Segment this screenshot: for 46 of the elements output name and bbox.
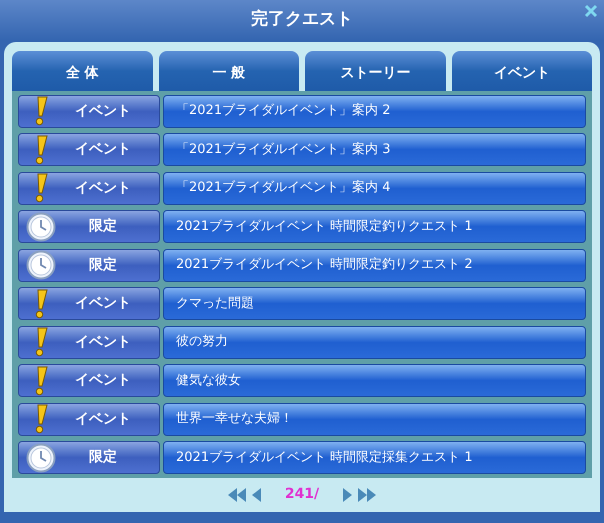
exclamation-icon — [34, 134, 48, 165]
close-icon — [584, 4, 598, 18]
quest-title-button[interactable]: 2021ブライダルイベント 時間限定採集クエスト 1 — [163, 441, 586, 474]
category-label: イベント — [74, 371, 132, 390]
exclamation-icon — [34, 96, 48, 126]
double-left-arrow-icon — [228, 488, 246, 502]
category-label: イベント — [74, 140, 132, 160]
exclamation-icon — [34, 327, 48, 358]
previous-page-button[interactable] — [252, 488, 261, 502]
category-label: イベント — [74, 332, 132, 352]
window-title: 完了クエスト — [251, 8, 353, 32]
left-arrow-icon — [252, 488, 261, 502]
quest-title-button[interactable]: 「2021ブライダルイベント」案内 2 — [163, 94, 586, 128]
double-right-arrow-icon — [358, 488, 376, 502]
page-number: 241/ — [284, 485, 320, 504]
exclamation-icon — [34, 366, 48, 396]
close-button[interactable] — [582, 2, 600, 20]
clock-icon — [26, 442, 56, 473]
tab[interactable]: 全 体 — [12, 51, 152, 91]
category-label: 限定 — [88, 216, 118, 236]
quest-title-button[interactable]: 2021ブライダルイベント 時間限定釣りクエスト 1 — [163, 210, 586, 244]
clock-icon — [26, 212, 56, 242]
quest-title-button[interactable]: 彼の努力 — [163, 326, 586, 359]
quest-title-button[interactable]: 2021ブライダルイベント 時間限定釣りクエスト 2 — [163, 248, 586, 282]
quest-title-button[interactable]: 健気な彼女 — [163, 364, 586, 398]
exclamation-icon — [34, 404, 48, 434]
tab[interactable]: イベント — [452, 51, 592, 91]
exclamation-icon — [34, 288, 48, 319]
tab[interactable]: 一 般 — [158, 51, 299, 91]
category-label: イベント — [74, 178, 132, 198]
quest-title-button[interactable]: 「2021ブライダルイベント」案内 3 — [163, 133, 586, 166]
exclamation-icon — [34, 173, 48, 204]
tab[interactable]: ストーリー — [305, 51, 446, 91]
next-page-button[interactable] — [343, 488, 352, 502]
quest-title-button[interactable]: 世界一幸せな夫婦！ — [163, 402, 586, 436]
quest-title-button[interactable]: 「2021ブライダルイベント」案内 4 — [163, 172, 586, 205]
category-label: 限定 — [88, 256, 118, 275]
first-page-button[interactable] — [228, 488, 246, 502]
last-page-button[interactable] — [358, 488, 376, 502]
category-label: イベント — [74, 410, 132, 429]
category-label: イベント — [74, 102, 132, 121]
category-label: イベント — [74, 294, 132, 314]
clock-icon — [26, 250, 56, 280]
right-arrow-icon — [343, 488, 352, 502]
quest-title-button[interactable]: クマった問題 — [163, 287, 586, 320]
category-label: 限定 — [88, 448, 118, 468]
